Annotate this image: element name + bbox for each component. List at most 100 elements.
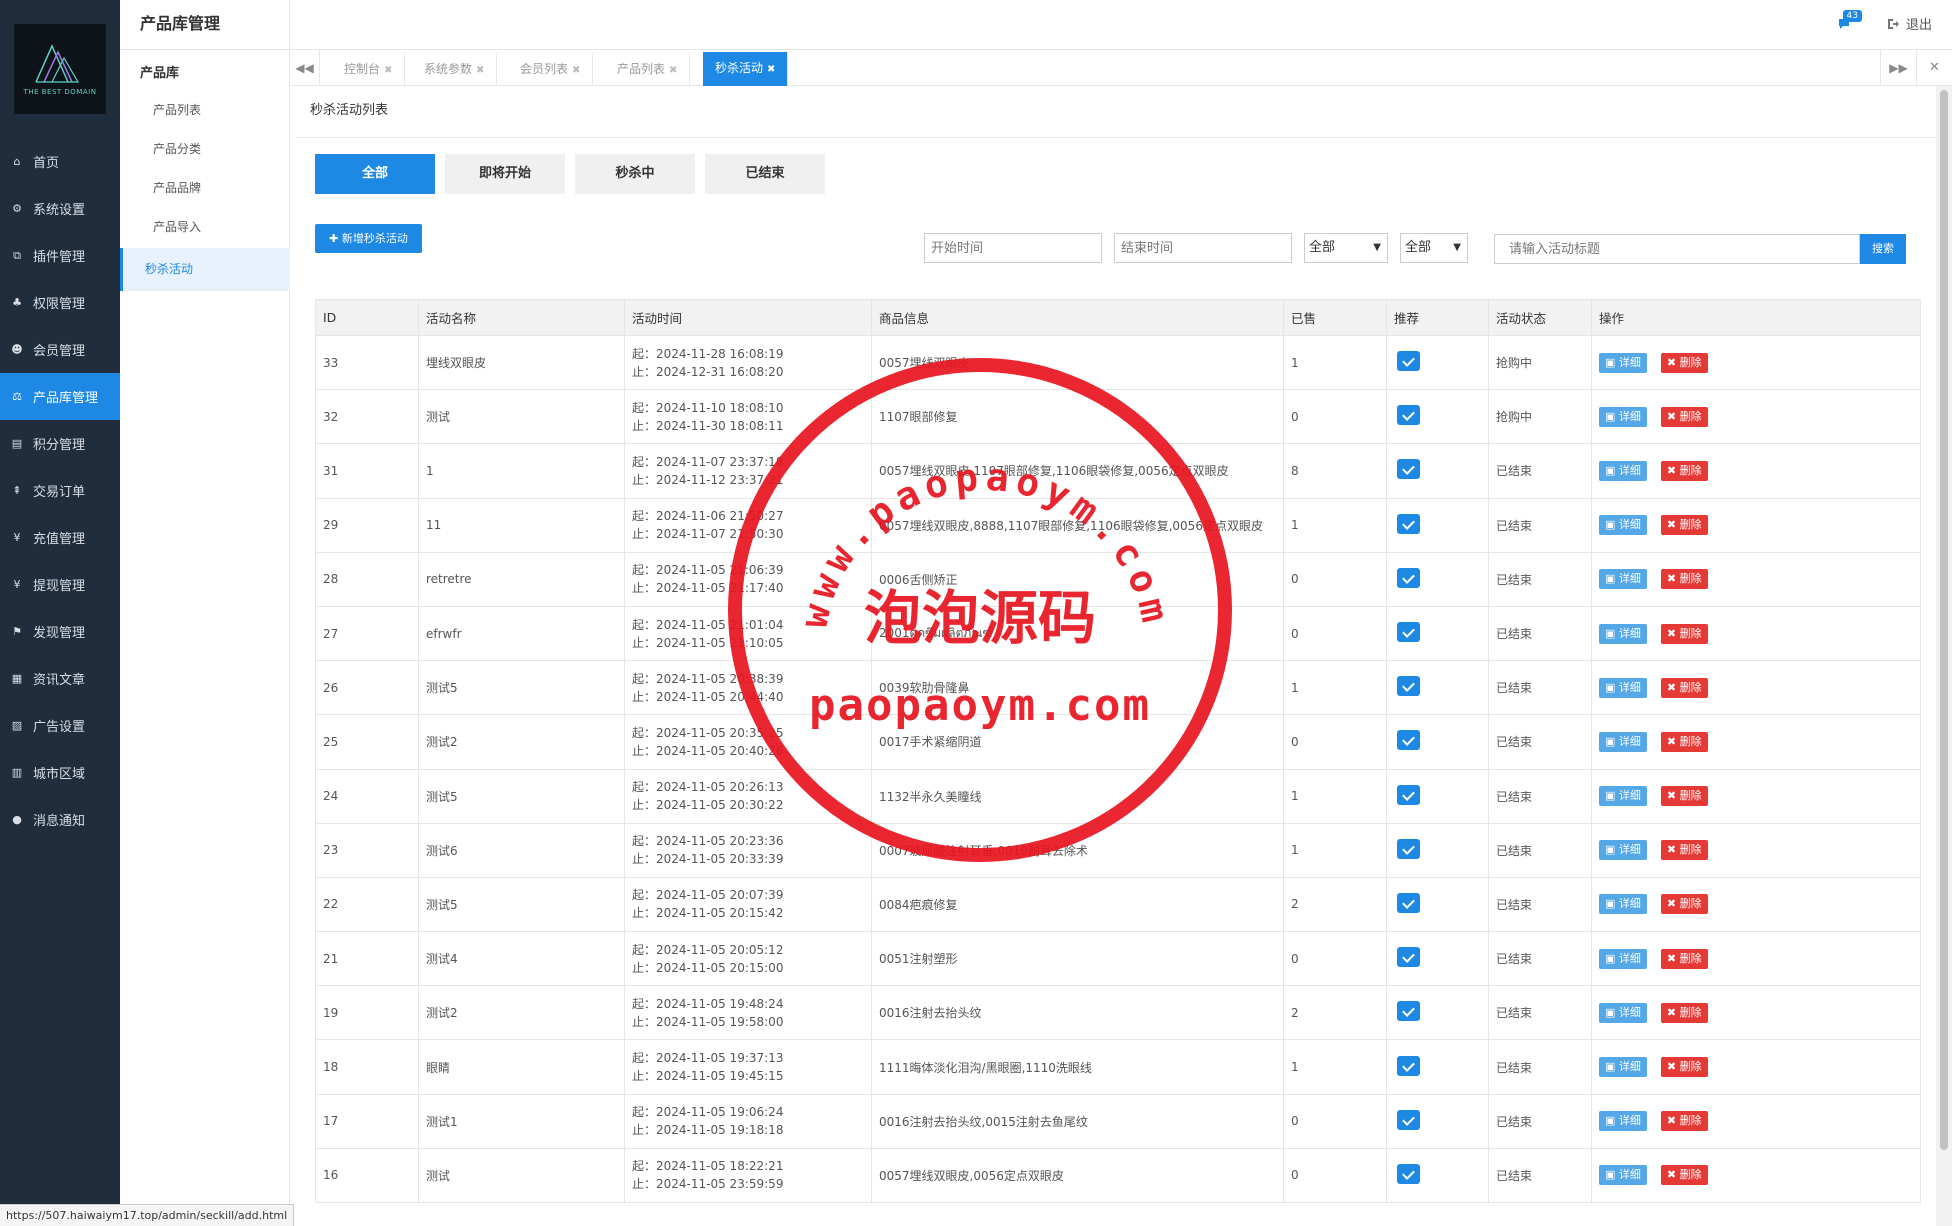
delete-button[interactable]: ✖ 删除: [1660, 948, 1708, 969]
recommend-checkbox[interactable]: [1397, 892, 1420, 913]
filter-ongoing-button[interactable]: 秒杀中: [575, 154, 695, 194]
filter-all-button[interactable]: 全部: [315, 154, 435, 194]
nav-item-8[interactable]: ¥ 充值管理: [0, 514, 120, 561]
delete-button[interactable]: ✖ 删除: [1660, 677, 1708, 698]
delete-button[interactable]: ✖ 删除: [1660, 1111, 1708, 1132]
detail-button[interactable]: ▣ 详细: [1599, 1002, 1647, 1023]
delete-button[interactable]: ✖ 删除: [1660, 1057, 1708, 1078]
delete-button[interactable]: ✖ 删除: [1660, 515, 1708, 536]
tab-system-params[interactable]: 系统参数 ✖: [412, 53, 498, 86]
sub-item-product-category[interactable]: 产品分类: [120, 129, 290, 169]
recommend-checkbox[interactable]: [1397, 784, 1420, 805]
recommend-checkbox[interactable]: [1397, 1001, 1420, 1022]
sub-item-seckill[interactable]: 秒杀活动: [120, 248, 290, 291]
nav-item-2[interactable]: ⧉ 插件管理: [0, 232, 120, 279]
nav-item-3[interactable]: ♣ 权限管理: [0, 279, 120, 326]
search-input[interactable]: [1494, 234, 1860, 264]
delete-button[interactable]: ✖ 删除: [1660, 460, 1708, 481]
detail-button[interactable]: ▣ 详细: [1599, 623, 1647, 644]
recommend-checkbox[interactable]: [1397, 459, 1420, 480]
nav-item-5[interactable]: ⚖ 产品库管理: [0, 373, 120, 420]
sub-item-product-list[interactable]: 产品列表: [120, 90, 290, 130]
logout-button[interactable]: 退出: [1886, 14, 1932, 33]
start-time-input[interactable]: [924, 233, 1102, 263]
nav-item-7[interactable]: ⇞ 交易订单: [0, 467, 120, 514]
recommend-checkbox[interactable]: [1397, 351, 1420, 372]
cell-status: 已结束: [1488, 931, 1592, 987]
detail-button[interactable]: ▣ 详细: [1599, 894, 1647, 915]
detail-button[interactable]: ▣ 详细: [1599, 460, 1647, 481]
recommend-checkbox[interactable]: [1397, 1109, 1420, 1130]
delete-button[interactable]: ✖ 删除: [1660, 569, 1708, 590]
add-seckill-button[interactable]: ✚ 新增秒杀活动: [315, 224, 422, 253]
delete-button[interactable]: ✖ 删除: [1660, 840, 1708, 861]
close-icon[interactable]: ✖: [669, 65, 677, 76]
nav-item-14[interactable]: ● 消息通知: [0, 796, 120, 843]
detail-button[interactable]: ▣ 详细: [1599, 731, 1647, 752]
nav-item-6[interactable]: ▤ 积分管理: [0, 420, 120, 467]
filter-ended-button[interactable]: 已结束: [705, 154, 825, 194]
close-icon[interactable]: ✖: [384, 65, 392, 76]
nav-item-10[interactable]: ⚑ 发现管理: [0, 608, 120, 655]
detail-button[interactable]: ▣ 详细: [1599, 569, 1647, 590]
detail-button[interactable]: ▣ 详细: [1599, 948, 1647, 969]
delete-button[interactable]: ✖ 删除: [1660, 1165, 1708, 1186]
delete-button[interactable]: ✖ 删除: [1660, 406, 1708, 427]
nav-item-1[interactable]: ⚙ 系统设置: [0, 185, 120, 232]
tab-member-list[interactable]: 会员列表 ✖: [508, 53, 594, 86]
delete-button[interactable]: ✖ 删除: [1660, 786, 1708, 807]
detail-button[interactable]: ▣ 详细: [1599, 515, 1647, 536]
tab-next-icon[interactable]: ▶▶: [1880, 50, 1916, 86]
delete-button[interactable]: ✖ 删除: [1660, 731, 1708, 752]
nav-item-0[interactable]: ⌂ 首页: [0, 138, 120, 185]
nav-item-9[interactable]: ¥ 提现管理: [0, 561, 120, 608]
edit-icon: ▣: [1605, 680, 1619, 694]
delete-button[interactable]: ✖ 删除: [1660, 623, 1708, 644]
detail-button[interactable]: ▣ 详细: [1599, 1165, 1647, 1186]
recommend-checkbox[interactable]: [1397, 622, 1420, 643]
end-time-input[interactable]: [1114, 233, 1292, 263]
recommend-checkbox[interactable]: [1397, 405, 1420, 426]
plugin-icon: ⧉: [13, 248, 21, 262]
detail-button[interactable]: ▣ 详细: [1599, 352, 1647, 373]
cell-id: 26: [315, 660, 419, 716]
tab-seckill[interactable]: 秒杀活动 ✖: [703, 52, 789, 86]
close-icon[interactable]: ✖: [572, 65, 580, 76]
scrollbar-thumb[interactable]: [1940, 90, 1948, 1150]
sub-item-product-import[interactable]: 产品导入: [120, 207, 290, 247]
scrollbar[interactable]: [1936, 86, 1952, 1226]
nav-item-12[interactable]: ▨ 广告设置: [0, 702, 120, 749]
recommend-checkbox[interactable]: [1397, 513, 1420, 534]
close-icon[interactable]: ✖: [767, 64, 775, 75]
detail-button[interactable]: ▣ 详细: [1599, 1057, 1647, 1078]
search-button[interactable]: 搜索: [1860, 234, 1906, 264]
delete-button[interactable]: ✖ 删除: [1660, 1002, 1708, 1023]
status-select[interactable]: 全部 ▼: [1400, 233, 1468, 263]
recommend-checkbox[interactable]: [1397, 730, 1420, 751]
close-all-tabs-icon[interactable]: ✕: [1916, 50, 1952, 86]
nav-item-4[interactable]: ☻ 会员管理: [0, 326, 120, 373]
tab-product-list[interactable]: 产品列表 ✖: [605, 53, 691, 86]
close-icon[interactable]: ✖: [476, 65, 484, 76]
detail-button[interactable]: ▣ 详细: [1599, 840, 1647, 861]
detail-button[interactable]: ▣ 详细: [1599, 1111, 1647, 1132]
delete-button[interactable]: ✖ 删除: [1660, 352, 1708, 373]
recommend-checkbox[interactable]: [1397, 947, 1420, 968]
tab-prev-icon[interactable]: ◀◀: [290, 50, 320, 86]
nav-item-11[interactable]: ▦ 资讯文章: [0, 655, 120, 702]
filter-upcoming-button[interactable]: 即将开始: [445, 154, 565, 194]
recommend-checkbox[interactable]: [1397, 838, 1420, 859]
sub-item-product-brand[interactable]: 产品品牌: [120, 168, 290, 208]
recommend-checkbox[interactable]: [1397, 1163, 1420, 1184]
tab-console[interactable]: 控制台 ✖: [332, 53, 406, 86]
recommend-checkbox[interactable]: [1397, 567, 1420, 588]
recommend-checkbox[interactable]: [1397, 1055, 1420, 1076]
recommend-checkbox[interactable]: [1397, 676, 1420, 697]
detail-button[interactable]: ▣ 详细: [1599, 677, 1647, 698]
detail-button[interactable]: ▣ 详细: [1599, 786, 1647, 807]
logo[interactable]: THE BEST DOMAIN: [14, 24, 106, 114]
recommend-select[interactable]: 全部 ▼: [1304, 233, 1388, 263]
detail-button[interactable]: ▣ 详细: [1599, 406, 1647, 427]
nav-item-13[interactable]: ▥ 城市区域: [0, 749, 120, 796]
delete-button[interactable]: ✖ 删除: [1660, 894, 1708, 915]
